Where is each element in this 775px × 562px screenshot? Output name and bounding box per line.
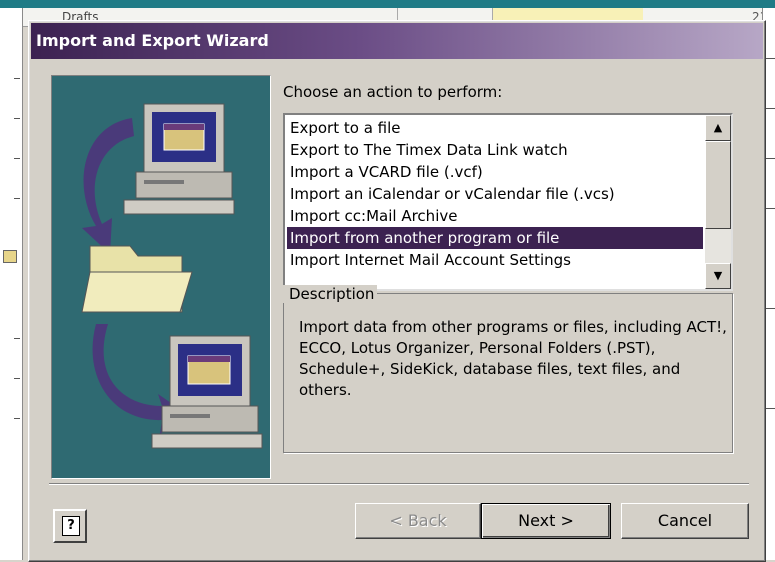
help-button[interactable]: ? — [53, 509, 87, 543]
list-item-export-timex[interactable]: Export to The Timex Data Link watch — [287, 139, 703, 161]
list-item-import-ccmail[interactable]: Import cc:Mail Archive — [287, 205, 703, 227]
list-item-import-vcard[interactable]: Import a VCARD file (.vcf) — [287, 161, 703, 183]
background-app-header — [0, 0, 775, 8]
help-icon: ? — [62, 516, 80, 536]
background-folder-icon — [3, 250, 17, 263]
list-item-export-to-file[interactable]: Export to a file — [287, 117, 703, 139]
scroll-down-arrow-icon[interactable]: ▼ — [705, 263, 731, 289]
folder-icon — [81, 245, 193, 313]
button-separator-highlight — [49, 484, 749, 485]
import-export-wizard-dialog: Import and Export Wizard Choose an actio… — [28, 20, 766, 562]
scroll-up-arrow-icon[interactable]: ▲ — [705, 115, 731, 141]
list-item-import-mail-account[interactable]: Import Internet Mail Account Settings — [287, 249, 703, 271]
title-bar[interactable]: Import and Export Wizard — [31, 23, 763, 59]
cancel-button[interactable]: Cancel — [621, 503, 749, 539]
list-item-import-another-program[interactable]: Import from another program or file — [287, 227, 703, 249]
description-label: Description — [283, 285, 378, 303]
dialog-title: Import and Export Wizard — [36, 31, 269, 50]
back-button[interactable]: < Back — [355, 503, 481, 539]
action-list: Export to a file Export to The Timex Dat… — [287, 117, 703, 271]
list-scrollbar[interactable]: ▲ ▼ — [705, 115, 731, 289]
list-item-import-icalendar[interactable]: Import an iCalendar or vCalendar file (.… — [287, 183, 703, 205]
background-left-pane — [0, 8, 23, 560]
scroll-thumb[interactable] — [705, 141, 731, 229]
description-text: Import data from other programs or files… — [299, 318, 727, 399]
action-listbox[interactable]: Export to a file Export to The Timex Dat… — [283, 113, 733, 291]
computer-icon — [151, 335, 263, 449]
action-prompt: Choose an action to perform: — [283, 83, 503, 101]
wizard-illustration — [51, 75, 271, 479]
curved-arrow-icon — [82, 118, 134, 254]
next-button[interactable]: Next > — [481, 503, 611, 539]
computer-icon — [123, 103, 235, 215]
